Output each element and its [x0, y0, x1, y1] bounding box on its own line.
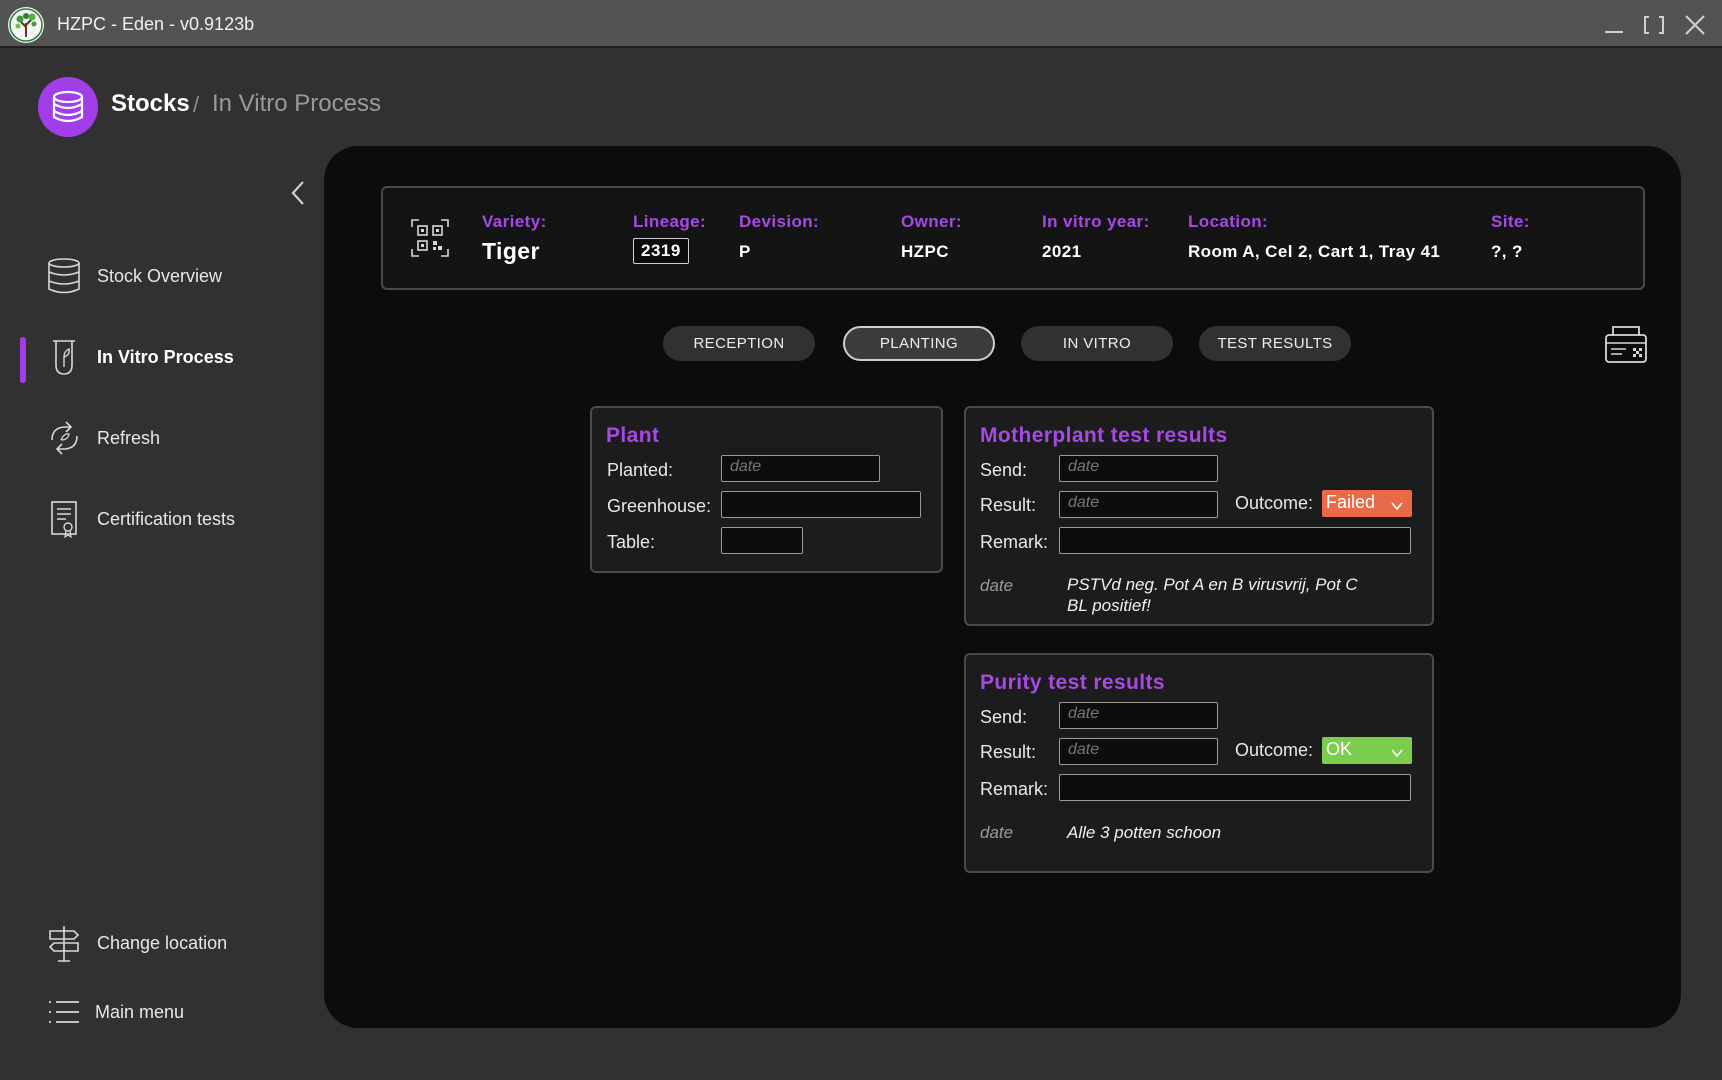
- note-text: PSTVd neg. Pot A en B virusvrij, Pot C B…: [1067, 574, 1358, 616]
- minimize-button[interactable]: [1601, 12, 1627, 38]
- stock-info-card: Variety: Tiger Lineage: 2319 Devision: P…: [381, 186, 1645, 290]
- test-tube-icon: [44, 337, 84, 377]
- sidebar-item-label: Stock Overview: [97, 266, 223, 286]
- in-vitro-year-field: In vitro year: 2021: [1042, 212, 1150, 262]
- app-logo-icon: [8, 7, 44, 43]
- note-text-line: PSTVd neg. Pot A en B virusvrij, Pot C: [1067, 575, 1358, 594]
- stocks-database-icon: [38, 77, 98, 137]
- breadcrumb-separator: /: [193, 92, 200, 117]
- close-button[interactable]: [1682, 12, 1708, 38]
- tab-reception[interactable]: RECEPTION: [663, 326, 815, 361]
- active-indicator: [20, 337, 26, 383]
- chevron-down-icon: [1390, 497, 1404, 511]
- result-label: Result:: [980, 495, 1037, 515]
- table-input[interactable]: [721, 527, 803, 554]
- purity-card-title: Purity test results: [980, 671, 1165, 694]
- certificate-icon: [44, 499, 84, 539]
- motherplant-send-date-input[interactable]: date: [1059, 455, 1218, 482]
- signpost-icon: [44, 923, 84, 963]
- label-printer-icon[interactable]: [1602, 324, 1650, 366]
- collapse-sidebar-button[interactable]: [286, 178, 310, 208]
- table-label: Table:: [607, 532, 656, 552]
- outcome-value: OK: [1326, 739, 1353, 759]
- in-vitro-year-label: In vitro year:: [1042, 212, 1150, 231]
- tab-test-results[interactable]: TEST RESULTS: [1199, 326, 1351, 361]
- site-value: ?, ?: [1491, 242, 1523, 261]
- qr-code-icon[interactable]: [410, 218, 450, 258]
- maximize-button[interactable]: [1641, 12, 1667, 38]
- owner-field: Owner: HZPC: [901, 212, 962, 262]
- site-field: Site: ?, ?: [1491, 212, 1530, 262]
- location-label: Location:: [1188, 212, 1269, 231]
- motherplant-result-date-input[interactable]: date: [1059, 491, 1218, 518]
- motherplant-card-title: Motherplant test results: [980, 424, 1228, 447]
- sidebar-item-change-location[interactable]: Change location: [20, 919, 310, 967]
- note-text-line: BL positief!: [1067, 596, 1151, 615]
- sidebar-item-main-menu[interactable]: Main menu: [20, 988, 310, 1036]
- breadcrumb-stocks[interactable]: Stocks: [111, 90, 190, 118]
- greenhouse-label: Greenhouse:: [607, 496, 712, 516]
- sidebar-item-label: In Vitro Process: [97, 347, 234, 367]
- lineage-value[interactable]: 2319: [633, 238, 689, 264]
- motherplant-remark-input[interactable]: [1059, 527, 1411, 554]
- variety-label: Variety:: [482, 212, 547, 231]
- sidebar-item-certification-tests[interactable]: Certification tests: [20, 495, 310, 543]
- lineage-label: Lineage:: [633, 212, 707, 231]
- sidebar-item-label: Certification tests: [97, 509, 236, 529]
- location-value: Room A, Cel 2, Cart 1, Tray 41: [1188, 242, 1441, 261]
- motherplant-test-card: Motherplant test results Send: date Resu…: [964, 406, 1434, 626]
- note-date: date: [980, 576, 1014, 595]
- send-label: Send:: [980, 707, 1028, 727]
- sidebar-item-refresh[interactable]: Refresh: [20, 414, 310, 462]
- result-label: Result:: [980, 742, 1037, 762]
- tab-in-vitro[interactable]: IN VITRO: [1021, 326, 1173, 361]
- main-panel: Variety: Tiger Lineage: 2319 Devision: P…: [324, 146, 1681, 1028]
- database-icon: [44, 256, 84, 296]
- sidebar-item-label: Main menu: [95, 1002, 185, 1022]
- site-label: Site:: [1491, 212, 1530, 231]
- outcome-label: Outcome:: [1235, 740, 1314, 760]
- purity-remark-input[interactable]: [1059, 774, 1411, 801]
- greenhouse-input[interactable]: [721, 491, 921, 518]
- breadcrumb-current: In Vitro Process: [212, 90, 381, 117]
- sidebar-item-label: Refresh: [97, 428, 161, 448]
- remark-label: Remark:: [980, 779, 1049, 799]
- note-text: Alle 3 potten schoon: [1067, 823, 1222, 842]
- refresh-icon: [44, 418, 84, 458]
- motherplant-outcome-select[interactable]: Failed: [1322, 490, 1412, 517]
- tab-planting[interactable]: PLANTING: [843, 326, 995, 361]
- list-icon: [44, 992, 84, 1032]
- variety-field: Variety: Tiger: [482, 212, 547, 265]
- send-label: Send:: [980, 460, 1028, 480]
- lineage-field: Lineage: 2319: [633, 212, 706, 264]
- owner-label: Owner:: [901, 212, 962, 231]
- title-bar: HZPC - Eden - v0.9123b: [0, 0, 1722, 48]
- variety-value: Tiger: [482, 238, 540, 264]
- window-title: HZPC - Eden - v0.9123b: [57, 14, 255, 34]
- plant-card-title: Plant: [606, 424, 660, 447]
- outcome-value: Failed: [1326, 492, 1376, 512]
- note-date: date: [980, 823, 1014, 842]
- plant-card: Plant Planted: date Greenhouse: Table:: [590, 406, 943, 573]
- division-label: Devision:: [739, 212, 820, 231]
- division-value: P: [739, 242, 751, 261]
- location-field: Location: Room A, Cel 2, Cart 1, Tray 41: [1188, 212, 1440, 262]
- outcome-label: Outcome:: [1235, 493, 1314, 513]
- division-field: Devision: P: [739, 212, 819, 262]
- owner-value: HZPC: [901, 242, 949, 261]
- purity-result-date-input[interactable]: date: [1059, 738, 1218, 765]
- remark-label: Remark:: [980, 532, 1049, 552]
- planted-label: Planted:: [607, 460, 674, 480]
- in-vitro-year-value: 2021: [1042, 242, 1082, 261]
- purity-test-card: Purity test results Send: date Result: d…: [964, 653, 1434, 873]
- sidebar-item-stock-overview[interactable]: Stock Overview: [20, 252, 310, 300]
- purity-outcome-select[interactable]: OK: [1322, 737, 1412, 764]
- chevron-down-icon: [1390, 744, 1404, 758]
- sidebar-item-label: Change location: [97, 933, 228, 953]
- sidebar-item-in-vitro-process[interactable]: In Vitro Process: [20, 333, 310, 383]
- purity-send-date-input[interactable]: date: [1059, 702, 1218, 729]
- planted-date-input[interactable]: date: [721, 455, 880, 482]
